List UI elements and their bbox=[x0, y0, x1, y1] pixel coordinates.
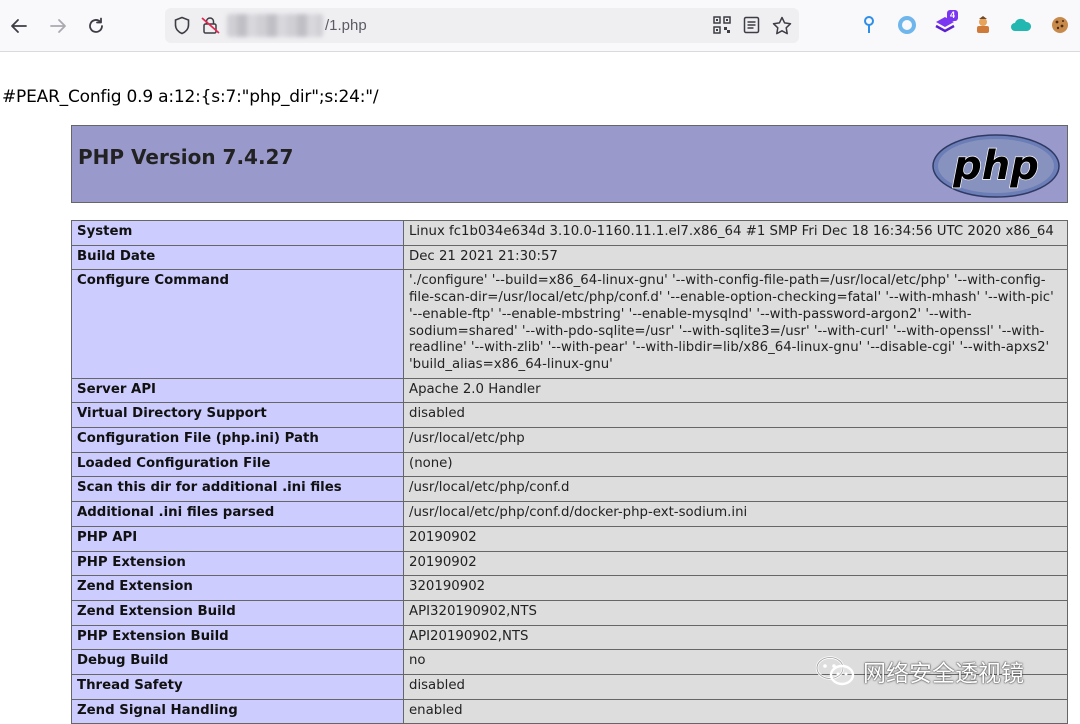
table-row: Configuration File (php.ini) Path/usr/lo… bbox=[71, 427, 1068, 453]
row-value: disabled bbox=[403, 402, 1068, 429]
row-label: Zend Extension bbox=[71, 575, 404, 601]
row-value: /usr/local/etc/php/conf.d/docker-php-ext… bbox=[403, 501, 1068, 527]
back-arrow-icon[interactable] bbox=[3, 10, 35, 42]
shield-icon[interactable] bbox=[173, 16, 191, 40]
table-row: Loaded Configuration File (none) bbox=[71, 451, 1068, 478]
row-label: Zend Extension Build bbox=[71, 599, 404, 626]
cookie-icon[interactable] bbox=[1049, 14, 1071, 36]
pear-config-text: #PEAR_Config 0.9 a:12:{s:7:"php_dir";s:2… bbox=[2, 87, 379, 107]
table-row: Zend Signal Handling enabled bbox=[71, 698, 1068, 724]
url-path-text: /1.php bbox=[325, 17, 367, 34]
page-title: PHP Version 7.4.27 bbox=[78, 145, 294, 169]
insecure-lock-icon[interactable] bbox=[201, 16, 221, 40]
forward-arrow-icon[interactable] bbox=[42, 10, 74, 42]
redacted-host bbox=[227, 14, 323, 37]
row-label: Thread Safety bbox=[71, 674, 404, 700]
row-value: 20190902 bbox=[403, 525, 1068, 552]
row-label: PHP Extension bbox=[71, 550, 404, 577]
phpinfo-container: PHP Version 7.4.27 php System Linux fc1b0… bbox=[71, 125, 1068, 724]
table-row: PHP Extension 20190902 bbox=[71, 550, 1068, 577]
row-label: Server API bbox=[71, 377, 404, 404]
row-label: PHP Extension Build bbox=[71, 624, 404, 651]
row-label: Zend Signal Handling bbox=[71, 698, 404, 724]
row-value: Apache 2.0 Handler bbox=[403, 377, 1068, 404]
table-row: PHP Extension Build API20190902,NTS bbox=[71, 624, 1068, 651]
table-row: System Linux fc1b034e634d 3.10.0-1160.11.… bbox=[71, 220, 1068, 246]
row-value: /usr/local/etc/php/conf.d bbox=[403, 476, 1068, 503]
row-value: 20190902 bbox=[403, 550, 1068, 577]
row-label: Debug Build bbox=[71, 649, 404, 676]
wechat-icon bbox=[815, 656, 855, 686]
row-label: Virtual Directory Support bbox=[71, 402, 404, 429]
row-label: Configure Command bbox=[71, 269, 404, 379]
row-value: Linux fc1b034e634d 3.10.0-1160.11.1.el7.… bbox=[403, 220, 1068, 246]
table-row: Build Date Dec 21 2021 21:30:57 bbox=[71, 244, 1068, 271]
reload-icon[interactable] bbox=[80, 10, 112, 42]
circle-ring-icon[interactable] bbox=[896, 14, 918, 36]
watermark: 网络安全透视镜 bbox=[815, 654, 1024, 688]
table-row: Zend Extension 320190902 bbox=[71, 575, 1068, 601]
address-bar[interactable]: /1.php bbox=[165, 8, 799, 43]
row-label: Loaded Configuration File bbox=[71, 451, 404, 478]
php-version-header: PHP Version 7.4.27 php bbox=[71, 125, 1068, 203]
row-label: Additional .ini files parsed bbox=[71, 501, 404, 527]
character-avatar-icon[interactable] bbox=[972, 14, 994, 36]
row-value: './configure' '--build=x86_64-linux-gnu'… bbox=[403, 269, 1068, 379]
row-label: Build Date bbox=[71, 244, 404, 271]
table-row: Configure Command './configure' '--build=… bbox=[71, 269, 1068, 379]
row-value: 320190902 bbox=[403, 575, 1068, 601]
reader-view-icon[interactable] bbox=[743, 16, 760, 39]
bookmark-star-icon[interactable] bbox=[772, 16, 792, 40]
table-row: Scan this dir for additional .ini files /… bbox=[71, 476, 1068, 503]
table-row: Server API Apache 2.0 Handler bbox=[71, 377, 1068, 404]
qr-code-icon[interactable] bbox=[713, 16, 731, 39]
row-label: System bbox=[71, 220, 404, 246]
php-logo-text: php bbox=[952, 143, 1039, 189]
row-value: API320190902,NTS bbox=[403, 599, 1068, 626]
extension-badge: 4 bbox=[947, 10, 959, 21]
row-value: enabled bbox=[403, 698, 1068, 724]
row-value: Dec 21 2021 21:30:57 bbox=[403, 244, 1068, 271]
phpinfo-table: System Linux fc1b034e634d 3.10.0-1160.11.… bbox=[71, 220, 1068, 724]
row-value: /usr/local/etc/php bbox=[403, 427, 1068, 453]
watermark-text: 网络安全透视镜 bbox=[863, 661, 1024, 687]
browser-toolbar: /1.php 4 bbox=[0, 0, 1080, 52]
row-label: Scan this dir for additional .ini files bbox=[71, 476, 404, 503]
row-value: API20190902,NTS bbox=[403, 624, 1068, 651]
table-row: PHP API 20190902 bbox=[71, 525, 1068, 552]
location-pin-icon[interactable] bbox=[858, 14, 880, 36]
row-value: (none) bbox=[403, 451, 1068, 478]
table-row: Virtual Directory Support disabled bbox=[71, 402, 1068, 429]
table-row: Zend Extension Build API320190902,NTS bbox=[71, 599, 1068, 626]
table-row: Additional .ini files parsed/usr/local/e… bbox=[71, 501, 1068, 527]
php-logo-icon: php bbox=[932, 134, 1060, 198]
row-label: PHP API bbox=[71, 525, 404, 552]
php-logo-link[interactable]: php bbox=[931, 133, 1061, 203]
row-label: Configuration File (php.ini) Path bbox=[71, 427, 404, 453]
cloud-icon[interactable] bbox=[1010, 14, 1032, 36]
